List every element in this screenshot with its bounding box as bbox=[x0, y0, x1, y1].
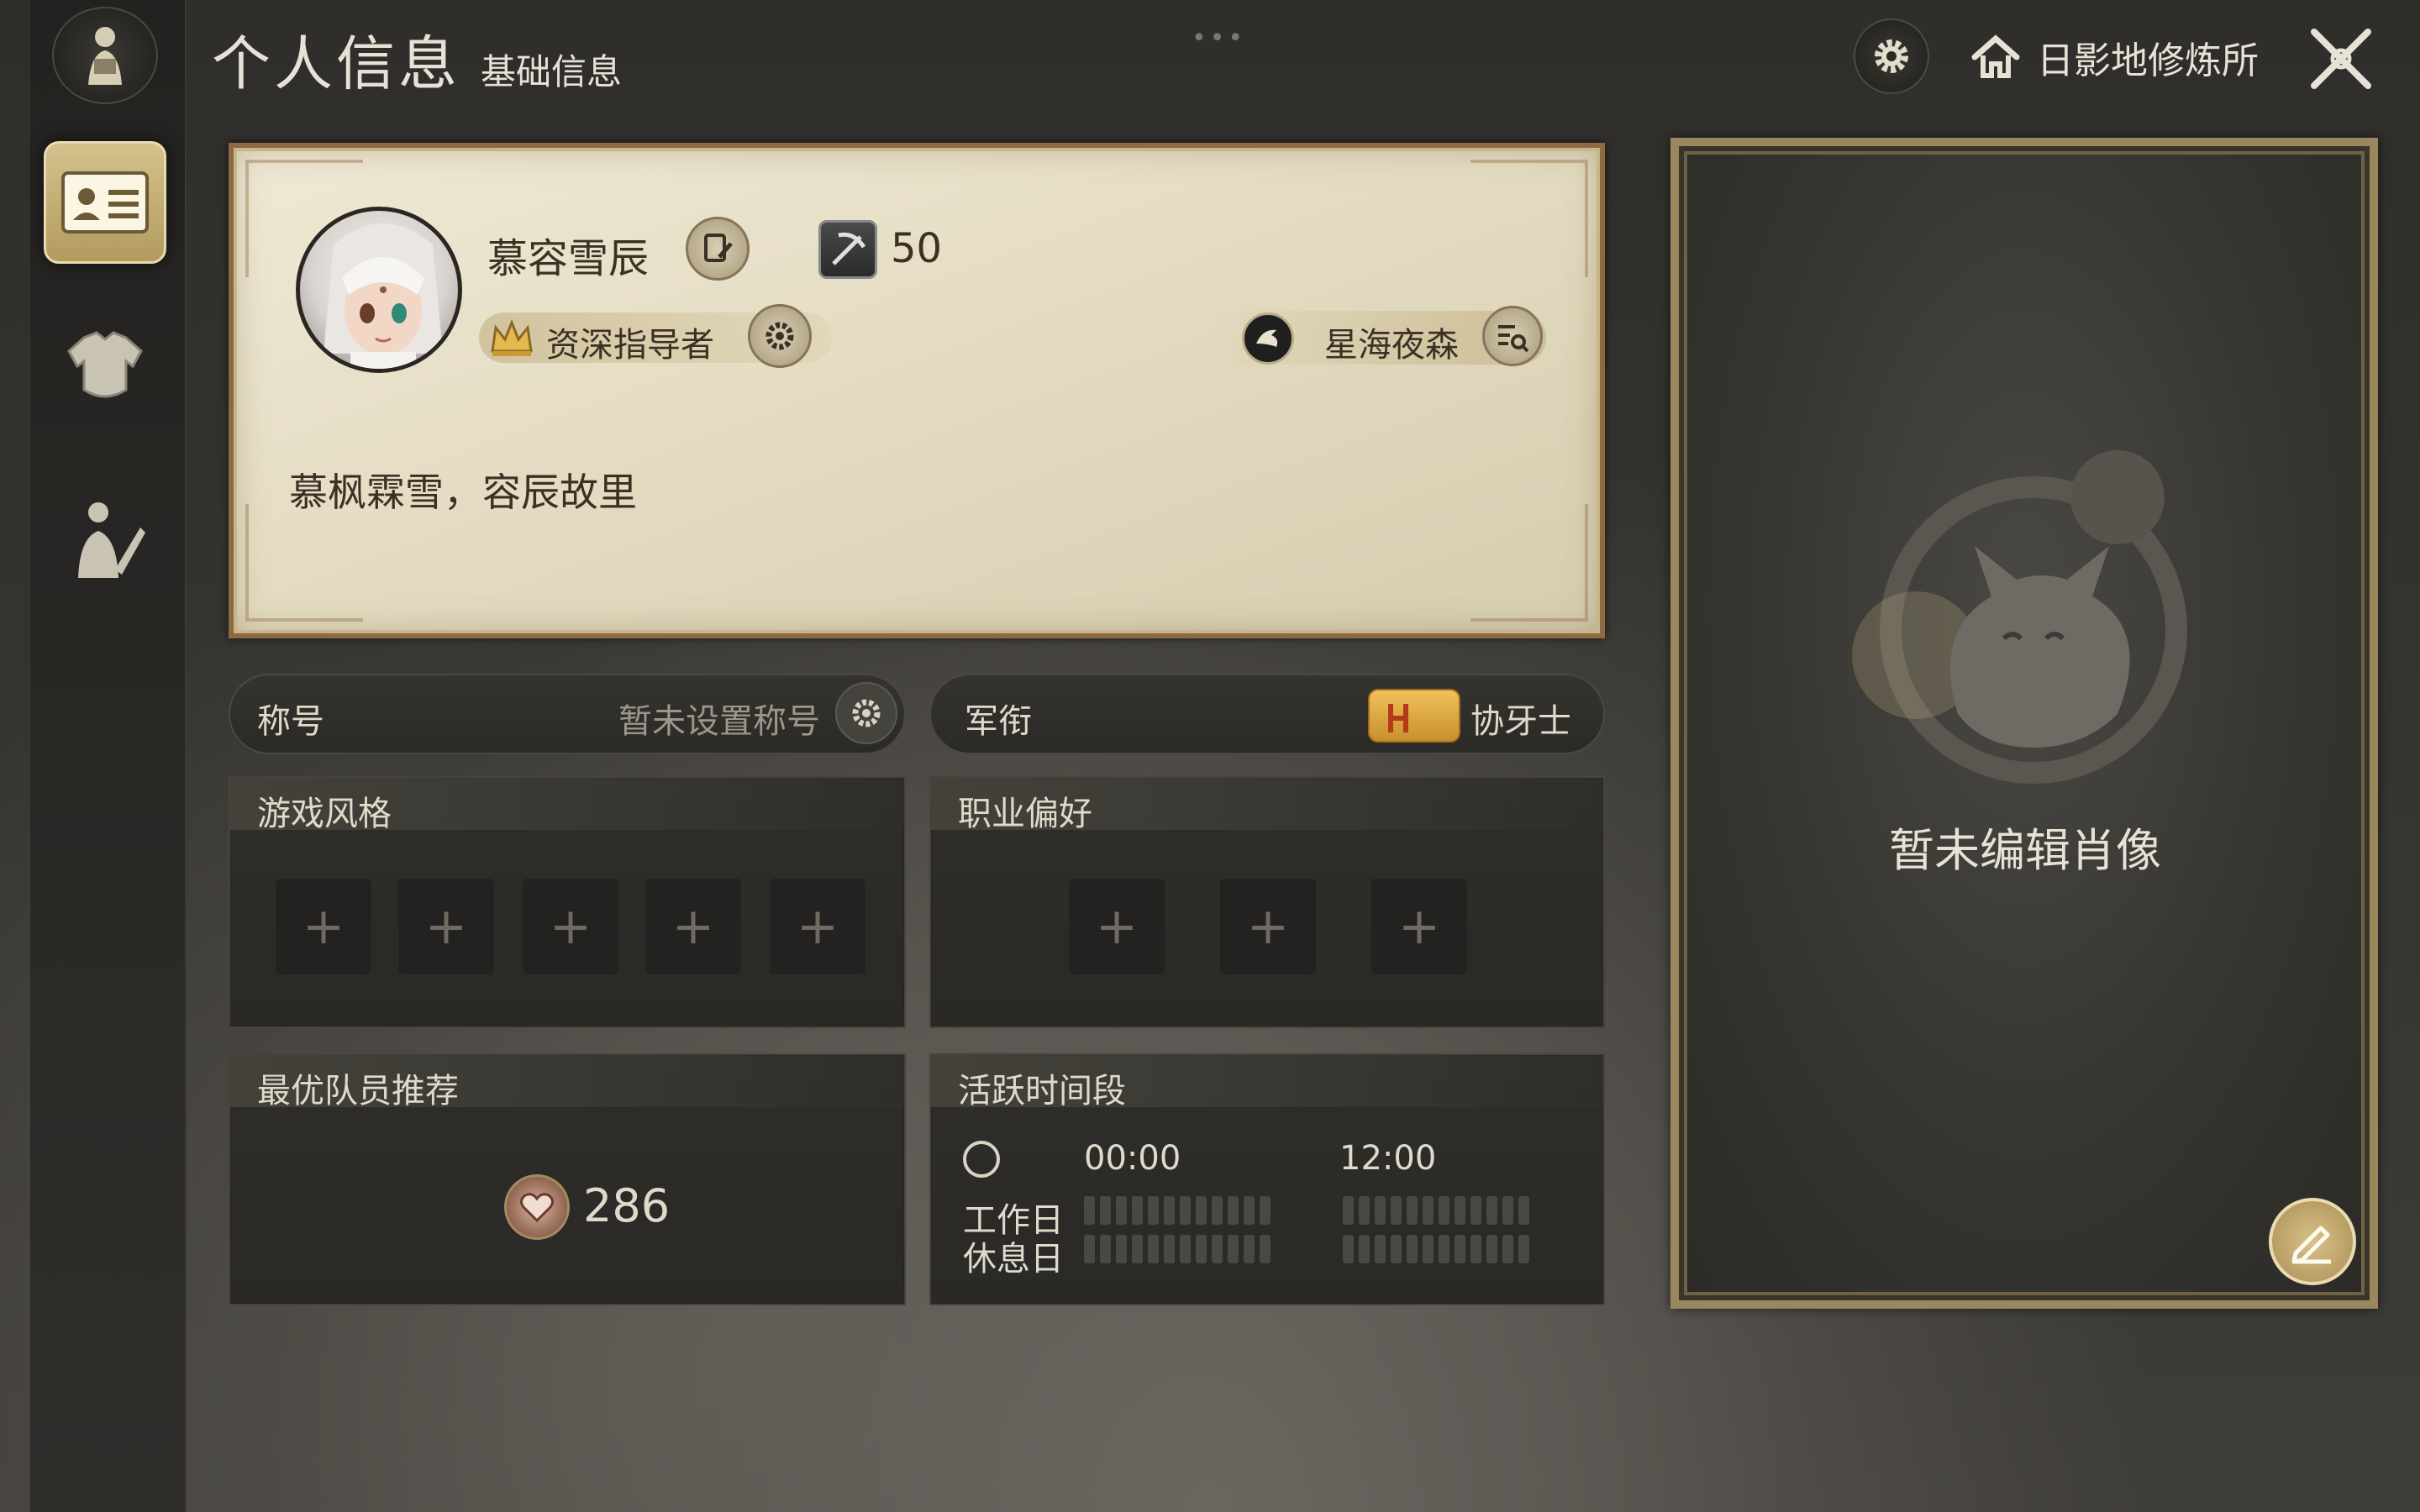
play-style-slot[interactable]: + bbox=[768, 877, 867, 976]
sidebar-item-armor[interactable] bbox=[44, 307, 166, 430]
title-label: 称号 bbox=[257, 702, 324, 741]
job-pref-slot[interactable]: + bbox=[1218, 877, 1318, 976]
active-time-title: 活跃时间段 bbox=[958, 1072, 1126, 1110]
edit-icon bbox=[2291, 1226, 2331, 1264]
play-style-slot[interactable]: + bbox=[274, 877, 373, 976]
page-subtitle: 基础信息 bbox=[481, 51, 623, 92]
restday-pm-slots[interactable] bbox=[1343, 1235, 1529, 1263]
job-pref-title: 职业偏好 bbox=[958, 795, 1092, 833]
bird-icon bbox=[1256, 329, 1278, 347]
job-level: 50 bbox=[891, 225, 943, 272]
restday-label: 休息日 bbox=[963, 1240, 1064, 1278]
gear-icon bbox=[1875, 39, 1908, 73]
profile-card bbox=[229, 143, 1605, 638]
card-ornament bbox=[245, 504, 363, 622]
rank-label: 军衔 bbox=[965, 702, 1032, 741]
clock-icon bbox=[963, 1141, 1000, 1178]
card-ornament bbox=[1470, 504, 1588, 622]
play-style-slot[interactable]: + bbox=[521, 877, 620, 976]
restday-am-slots[interactable] bbox=[1084, 1235, 1270, 1263]
best-party-title: 最优队员推荐 bbox=[257, 1072, 459, 1110]
character-icon bbox=[88, 27, 122, 85]
home-icon bbox=[1971, 34, 2020, 78]
title-value: 暂未设置称号 bbox=[618, 702, 820, 741]
server-search-button[interactable] bbox=[1482, 306, 1543, 366]
workday-am-slots[interactable] bbox=[1084, 1196, 1270, 1225]
page-title: 个人信息 bbox=[212, 29, 460, 98]
play-style-title: 游戏风格 bbox=[257, 795, 392, 833]
job-pref-slot[interactable]: + bbox=[1370, 877, 1469, 976]
job-icon bbox=[818, 220, 877, 279]
mentor-settings-button[interactable] bbox=[748, 304, 812, 368]
recommend-count: 286 bbox=[583, 1179, 671, 1232]
drag-handle-icon[interactable]: ••• bbox=[1192, 24, 1246, 53]
title-settings-button[interactable] bbox=[835, 682, 897, 744]
crown-icon bbox=[491, 318, 533, 356]
edit-note-icon bbox=[704, 234, 733, 262]
close-icon[interactable] bbox=[2306, 24, 2376, 94]
pickaxe-icon bbox=[832, 232, 866, 265]
portrait-empty-text: 暂未编辑肖像 bbox=[1889, 824, 2161, 877]
time-mid: 12:00 bbox=[1339, 1139, 1437, 1178]
edit-portrait-button[interactable] bbox=[2269, 1198, 2356, 1285]
server-name: 星海夜森 bbox=[1324, 326, 1459, 365]
play-style-slot[interactable]: + bbox=[644, 877, 743, 976]
card-ornament bbox=[1470, 160, 1588, 277]
list-search-icon bbox=[1498, 325, 1529, 353]
gear-icon bbox=[765, 322, 794, 350]
sidebar-item-character[interactable] bbox=[44, 479, 166, 601]
job-pref-slot[interactable]: + bbox=[1067, 877, 1166, 976]
armor-icon bbox=[67, 331, 143, 398]
sidebar-item-profile-card[interactable] bbox=[44, 141, 166, 264]
character-name: 慕容雪辰 bbox=[487, 235, 650, 282]
id-card-icon bbox=[61, 171, 149, 234]
time-start: 00:00 bbox=[1084, 1139, 1181, 1178]
settings-button[interactable] bbox=[1854, 18, 1929, 94]
profile-bio[interactable]: 慕枫霖雪，容辰故里 bbox=[289, 462, 637, 517]
rank-badge-icon bbox=[1368, 689, 1460, 743]
heart-icon bbox=[504, 1174, 570, 1240]
mentor-title: 资深指导者 bbox=[546, 326, 714, 365]
rank-value: 协牙士 bbox=[1470, 702, 1571, 741]
location-name[interactable]: 日影地修炼所 bbox=[2037, 30, 2259, 84]
edit-name-button[interactable] bbox=[686, 217, 750, 281]
gear-icon bbox=[852, 699, 881, 727]
server-icon bbox=[1242, 312, 1294, 365]
workday-pm-slots[interactable] bbox=[1343, 1196, 1529, 1225]
character-pen-icon bbox=[78, 502, 145, 578]
moogle-placeholder-icon bbox=[1852, 450, 2187, 784]
play-style-slot[interactable]: + bbox=[397, 877, 496, 976]
avatar[interactable] bbox=[296, 207, 462, 373]
sidebar-avatar[interactable] bbox=[52, 7, 158, 104]
